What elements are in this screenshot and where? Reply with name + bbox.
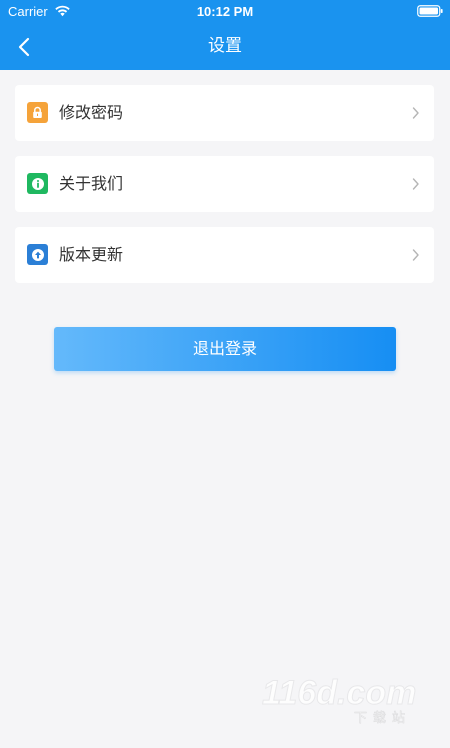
- logout-button[interactable]: 退出登录: [54, 327, 396, 371]
- battery-icon: [417, 5, 443, 17]
- lock-icon: [27, 102, 48, 123]
- app-header: Carrier 10:12 PM 设置: [0, 0, 450, 70]
- chevron-right-icon: [412, 249, 419, 261]
- watermark-logo: 116d.com 下载站: [262, 674, 417, 727]
- status-bar: Carrier 10:12 PM: [0, 0, 450, 24]
- settings-list: 修改密码 关于我们 版本更新: [15, 85, 434, 298]
- status-time: 10:12 PM: [196, 4, 254, 19]
- settings-item-label: 版本更新: [59, 245, 124, 264]
- back-button[interactable]: [10, 32, 38, 62]
- settings-item-change-password[interactable]: 修改密码: [15, 85, 434, 141]
- watermark-subtitle: 下载站: [354, 711, 411, 726]
- settings-item-about-us[interactable]: 关于我们: [15, 156, 434, 212]
- watermark-brand: 116d.com: [262, 674, 416, 712]
- settings-item-label: 关于我们: [59, 174, 124, 193]
- chevron-left-icon: [18, 37, 30, 57]
- settings-item-version-update[interactable]: 版本更新: [15, 227, 434, 283]
- nav-bar: 设置: [0, 24, 450, 70]
- settings-item-label: 修改密码: [59, 103, 124, 122]
- info-icon: [27, 173, 48, 194]
- chevron-right-icon: [412, 178, 419, 190]
- chevron-right-icon: [412, 107, 419, 119]
- upload-icon: [27, 244, 48, 265]
- page-title: 设置: [208, 36, 242, 56]
